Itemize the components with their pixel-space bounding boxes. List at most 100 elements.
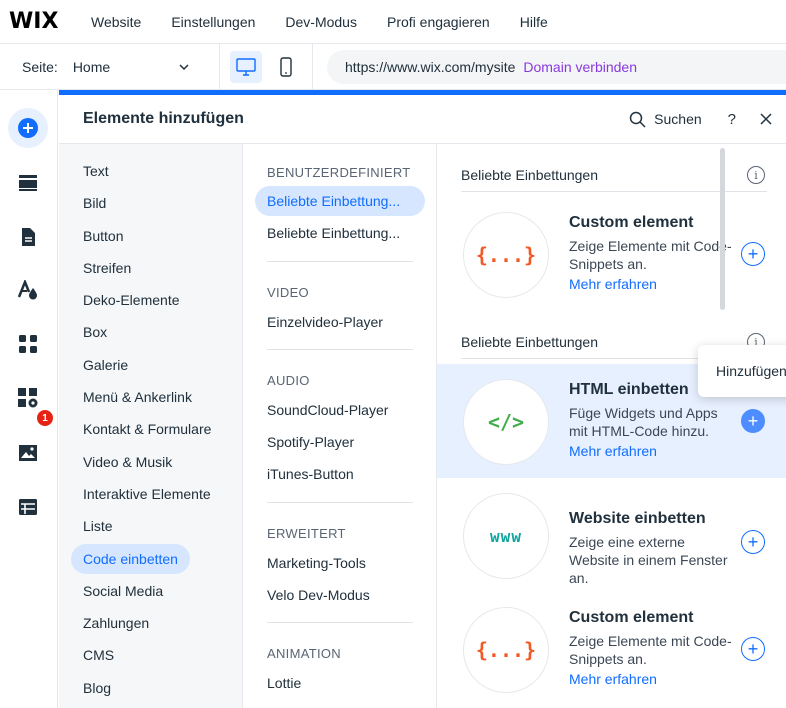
category-cms[interactable]: CMS [71,640,126,670]
divider [267,349,413,350]
element-item-website-embed[interactable]: www Website einbetten Zeige eine externe… [437,478,786,592]
category-text[interactable]: Text [71,156,121,186]
page-value: Home [72,58,111,75]
close-icon [760,113,772,125]
category-social-media[interactable]: Social Media [71,576,175,606]
font-drop-icon [17,280,37,300]
add-button[interactable]: + [741,637,765,661]
item-title: Custom element [569,214,694,231]
sub-popular-embeds-1[interactable]: Beliebte Einbettung... [255,186,425,216]
connect-domain-link[interactable]: Domain verbinden [523,59,637,75]
category-box[interactable]: Box [71,317,119,347]
close-button[interactable] [760,113,772,125]
element-item-custom-element-2[interactable]: {...} Custom element Zeige Elemente mit … [437,592,786,706]
element-item-custom-element[interactable]: {...} Custom element Zeige Elemente mit … [437,197,786,311]
section-heading-advanced: ERWEITERT [267,526,346,541]
group-heading: Beliebte Einbettungen [461,334,598,350]
section-heading-custom: BENUTZERDEFINIERT [267,165,411,180]
sub-spotify-player[interactable]: Spotify-Player [255,427,425,457]
desktop-view-button[interactable] [230,50,262,83]
sub-marketing-tools[interactable]: Marketing-Tools [255,548,425,578]
apps-grid-icon [19,335,37,353]
page-label: Seite: [22,58,58,75]
section-heading-video: VIDEO [267,285,309,300]
add-button[interactable]: + [741,530,765,554]
custom-element-icon: {...} [463,607,549,693]
item-description: Zeige eine externe Website in einem Fens… [569,534,728,586]
mobile-view-button[interactable] [270,51,302,83]
menu-dev-mode[interactable]: Dev-Modus [285,14,357,30]
sub-popular-embeds-2[interactable]: Beliebte Einbettung... [255,218,425,248]
menu-hire-pro[interactable]: Profi engagieren [387,14,490,30]
category-embed-code[interactable]: Code einbetten [71,544,190,574]
category-button[interactable]: Button [71,221,135,251]
left-tool-rail: 1 [0,90,58,708]
category-contact-forms[interactable]: Kontakt & Formulare [71,414,223,444]
category-video-music[interactable]: Video & Musik [71,447,184,477]
page-selector[interactable]: Seite: Home [0,43,220,90]
add-elements-button[interactable] [8,108,48,148]
category-gallery[interactable]: Galerie [71,350,140,380]
category-menu-anchor[interactable]: Menü & Ankerlink [71,382,204,412]
learn-more-link[interactable]: Mehr erfahren [569,276,657,292]
media-button[interactable] [8,433,48,473]
subcategory-list: BENUTZERDEFINIERT Beliebte Einbettung...… [243,144,437,708]
sub-lottie[interactable]: Lottie [255,668,425,698]
section-heading-animation: ANIMATION [267,646,341,661]
category-decorative[interactable]: Deko-Elemente [71,285,192,315]
cms-button[interactable] [8,487,48,527]
site-url-bar: https://www.wix.com/mysite Domain verbin… [327,49,786,84]
sub-itunes-button[interactable]: iTunes-Button [255,459,425,489]
search-icon [629,111,646,128]
sections-button[interactable] [8,163,48,203]
wix-logo[interactable]: WIX [9,9,89,34]
category-blog[interactable]: Blog [71,673,123,703]
add-elements-panel: Elemente hinzufügen Suchen ? Text Bild B… [59,95,786,708]
add-button[interactable]: + [741,242,765,266]
info-icon[interactable]: i [747,166,765,184]
desktop-icon [236,57,256,76]
table-icon [19,499,37,515]
mobile-icon [280,56,292,77]
business-button[interactable] [8,378,48,418]
site-url: https://www.wix.com/mysite [345,58,516,75]
menu-website[interactable]: Website [91,14,141,30]
section-heading-audio: AUDIO [267,373,310,388]
divider [267,622,413,623]
www-icon: www [463,493,549,579]
category-interactive[interactable]: Interaktive Elemente [71,479,223,509]
group-heading: Beliebte Einbettungen [461,167,598,183]
category-image[interactable]: Bild [71,188,118,218]
category-list: Text Bild Button Streifen Deko-Elemente … [59,144,243,708]
top-menu-bar: WIX Website Einstellungen Dev-Modus Prof… [0,0,786,44]
add-tooltip: Hinzufügen [698,345,786,397]
learn-more-link[interactable]: Mehr erfahren [569,443,657,459]
sub-soundcloud-player[interactable]: SoundCloud-Player [255,395,425,425]
sub-single-video-player[interactable]: Einzelvideo-Player [255,307,425,337]
element-items: Beliebte Einbettungen i {...} Custom ele… [437,144,786,708]
learn-more-link[interactable]: Mehr erfahren [569,671,657,687]
design-button[interactable] [8,270,48,310]
scrollbar[interactable] [720,148,725,310]
pages-button[interactable] [8,217,48,257]
search-label: Suchen [654,111,702,127]
custom-element-icon: {...} [463,212,549,298]
add-button[interactable]: + [741,409,765,433]
menu-help[interactable]: Hilfe [520,14,548,30]
category-list[interactable]: Liste [71,511,125,541]
plus-circle-icon [18,118,38,138]
page-icon [22,228,35,246]
item-title: Custom element [569,609,694,626]
search-button[interactable]: Suchen [629,111,702,128]
divider [267,502,413,503]
sub-velo-dev-mode[interactable]: Velo Dev-Modus [255,580,425,610]
panel-header: Elemente hinzufügen Suchen ? [59,95,786,144]
category-strips[interactable]: Streifen [71,253,143,283]
menu-settings[interactable]: Einstellungen [171,14,255,30]
page-toolbar: Seite: Home https://www.wix.com/mysite D… [0,43,786,90]
help-button[interactable]: ? [728,111,736,128]
item-title: HTML einbetten [569,381,689,398]
item-title: Website einbetten [569,510,706,527]
category-payments[interactable]: Zahlungen [71,608,161,638]
apps-button[interactable] [8,324,48,364]
